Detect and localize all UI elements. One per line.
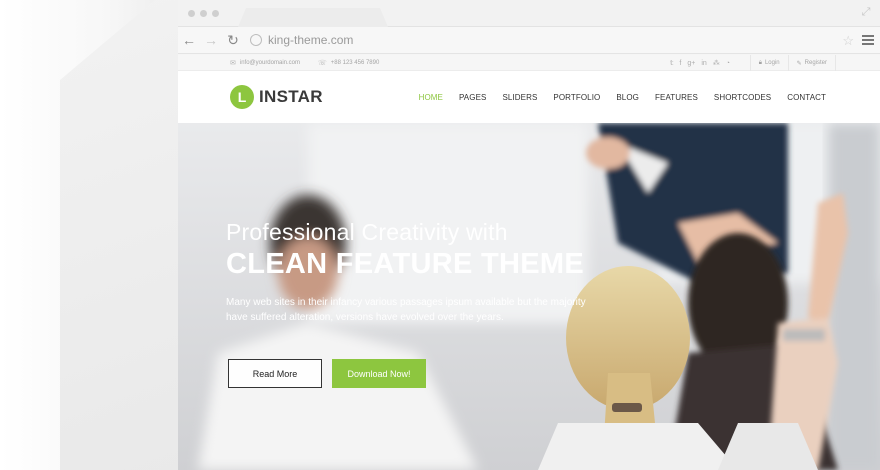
window-close-dot[interactable] bbox=[188, 10, 195, 17]
hero-subtitle: Professional Creativity with bbox=[226, 219, 508, 245]
window-minimize-dot[interactable] bbox=[200, 10, 207, 17]
nav-item-portfolio[interactable]: PORTFOLIO bbox=[545, 93, 608, 102]
bookmark-star-icon[interactable]: ☆ bbox=[842, 33, 854, 49]
browser-titlebar: ⤢ bbox=[178, 0, 880, 27]
nav-item-home[interactable]: HOME bbox=[411, 93, 451, 102]
reload-icon[interactable]: ↻ bbox=[222, 27, 244, 54]
pencil-icon: ✎ bbox=[796, 60, 802, 67]
delicious-icon[interactable]: ⁂ bbox=[713, 59, 720, 67]
nav-item-blog[interactable]: BLOG bbox=[608, 93, 647, 102]
envelope-icon: ✉ bbox=[230, 60, 236, 67]
lock-icon: 🔒︎ bbox=[758, 59, 762, 66]
hero-slider: Professional Creativity with CLEAN FEATU… bbox=[178, 123, 880, 470]
browser-tab[interactable] bbox=[238, 8, 388, 27]
url-field[interactable]: king-theme.com bbox=[250, 33, 353, 47]
download-now-button[interactable]: Download Now! bbox=[332, 359, 426, 388]
nav-item-sliders[interactable]: SLIDERS bbox=[494, 93, 545, 102]
twitter-icon[interactable]: 𝕥 bbox=[670, 59, 673, 67]
nav-item-shortcodes[interactable]: SHORTCODES bbox=[706, 93, 779, 102]
rss-icon[interactable]: ◔ bbox=[726, 60, 730, 67]
website-viewport: ✉ info@yourdomain.com ☏ +88 123 456 7890… bbox=[178, 55, 880, 470]
linkedin-icon[interactable]: in bbox=[701, 60, 706, 67]
browser-window: ⤢ ← → ↻ king-theme.com ☆ ✉ info@yourdoma… bbox=[178, 0, 880, 470]
login-label: Login bbox=[764, 60, 780, 66]
register-label: Register bbox=[804, 60, 827, 66]
address-bar: ← → ↻ king-theme.com ☆ bbox=[178, 27, 880, 54]
topbar-phone: +88 123 456 7890 bbox=[330, 60, 380, 66]
topbar-email[interactable]: info@yourdomain.com bbox=[240, 60, 300, 66]
back-arrow-icon[interactable]: ← bbox=[178, 27, 200, 54]
site-topbar: ✉ info@yourdomain.com ☏ +88 123 456 7890… bbox=[178, 55, 880, 71]
topbar-contact: ✉ info@yourdomain.com ☏ +88 123 456 7890 bbox=[230, 55, 379, 71]
nav-item-features[interactable]: FEATURES bbox=[647, 93, 706, 102]
url-text[interactable]: king-theme.com bbox=[268, 33, 353, 47]
logo-text: INSTAR bbox=[259, 87, 323, 106]
hamburger-menu-icon[interactable] bbox=[862, 35, 874, 45]
nav-item-pages[interactable]: PAGES bbox=[451, 93, 494, 102]
hero-buttons: Read More Download Now! bbox=[228, 359, 426, 388]
register-link[interactable]: ✎ Register bbox=[787, 55, 836, 71]
hero-title: CLEAN FEATURE THEME bbox=[226, 248, 584, 280]
facebook-icon[interactable]: f bbox=[679, 60, 681, 67]
main-nav: HOME PAGES SLIDERS PORTFOLIO BLOG FEATUR… bbox=[411, 71, 834, 123]
read-more-button[interactable]: Read More bbox=[228, 359, 322, 388]
social-links: 𝕥 f g+ in ⁂ ◔ bbox=[670, 55, 730, 71]
site-logo[interactable]: L INSTAR bbox=[230, 85, 323, 109]
nav-item-contact[interactable]: CONTACT bbox=[779, 93, 834, 102]
window-controls bbox=[188, 10, 219, 17]
window-maximize-dot[interactable] bbox=[212, 10, 219, 17]
expand-icon[interactable]: ⤢ bbox=[860, 6, 872, 18]
hero-text-block: Professional Creativity with CLEAN FEATU… bbox=[226, 219, 646, 325]
google-plus-icon[interactable]: g+ bbox=[687, 60, 695, 67]
auth-links: 🔒︎ Login ✎ Register bbox=[749, 55, 836, 71]
site-header: L INSTAR HOME PAGES SLIDERS PORTFOLIO BL… bbox=[178, 71, 880, 123]
screenshot-stage: ⤢ ← → ↻ king-theme.com ☆ ✉ info@yourdoma… bbox=[0, 0, 880, 470]
phone-icon: ☏ bbox=[318, 60, 327, 67]
globe-icon bbox=[250, 34, 262, 46]
hero-description: Many web sites in their infancy various … bbox=[226, 297, 586, 323]
logo-mark: L bbox=[230, 85, 254, 109]
login-link[interactable]: 🔒︎ Login bbox=[749, 55, 788, 71]
forward-arrow-icon[interactable]: → bbox=[200, 27, 222, 54]
